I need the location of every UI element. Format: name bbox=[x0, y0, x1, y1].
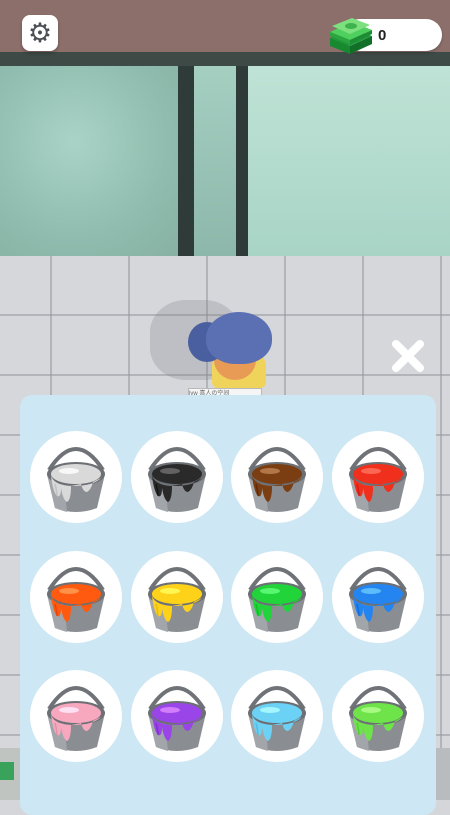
paint-bucket-brown[interactable] bbox=[231, 431, 323, 523]
paint-bucket-orange[interactable] bbox=[30, 550, 122, 643]
paint-bucket-icon bbox=[47, 566, 105, 632]
glass-panel-left bbox=[0, 66, 186, 256]
paint-bucket-icon bbox=[47, 686, 105, 751]
gear-icon: ⚙ bbox=[27, 17, 53, 48]
floor-edge bbox=[436, 748, 450, 800]
glass-panel-right bbox=[248, 66, 450, 256]
close-x-icon bbox=[392, 340, 424, 372]
paint-bucket-icon bbox=[348, 686, 407, 751]
paint-bucket-icon bbox=[248, 686, 306, 751]
paint-bucket-icon bbox=[47, 447, 105, 512]
close-button[interactable] bbox=[388, 336, 428, 376]
paint-bucket-black[interactable] bbox=[130, 431, 223, 523]
glass-panel-middle bbox=[194, 66, 240, 256]
paint-bucket-green[interactable] bbox=[231, 550, 323, 643]
paint-bucket-blue[interactable] bbox=[331, 550, 424, 643]
paint-bucket-icon bbox=[248, 566, 306, 632]
paint-bucket-lime[interactable] bbox=[331, 670, 424, 762]
paint-bucket-icon bbox=[248, 447, 306, 512]
paint-bucket-yellow[interactable] bbox=[130, 550, 223, 643]
cash-stack-icon bbox=[330, 18, 372, 54]
paint-palette-panel bbox=[20, 395, 436, 815]
paint-bucket-icon bbox=[348, 447, 407, 512]
paint-bucket-white[interactable] bbox=[30, 431, 122, 523]
paint-bucket-icon bbox=[147, 566, 206, 632]
character-cap bbox=[206, 312, 272, 364]
money-value: 0 bbox=[378, 27, 387, 44]
window-frame bbox=[236, 66, 248, 280]
wall-top-edge bbox=[0, 52, 450, 66]
paint-bucket-light-blue[interactable] bbox=[231, 670, 323, 762]
paint-bucket-red[interactable] bbox=[331, 431, 424, 523]
paint-bucket-icon bbox=[147, 686, 206, 751]
paint-bucket-purple[interactable] bbox=[130, 670, 223, 762]
paint-bucket-icon bbox=[348, 566, 407, 632]
paint-bucket-icon bbox=[147, 447, 206, 512]
settings-button[interactable]: ⚙ bbox=[22, 15, 58, 51]
paint-bucket-pink[interactable] bbox=[30, 670, 122, 762]
floor-edge bbox=[0, 748, 20, 800]
